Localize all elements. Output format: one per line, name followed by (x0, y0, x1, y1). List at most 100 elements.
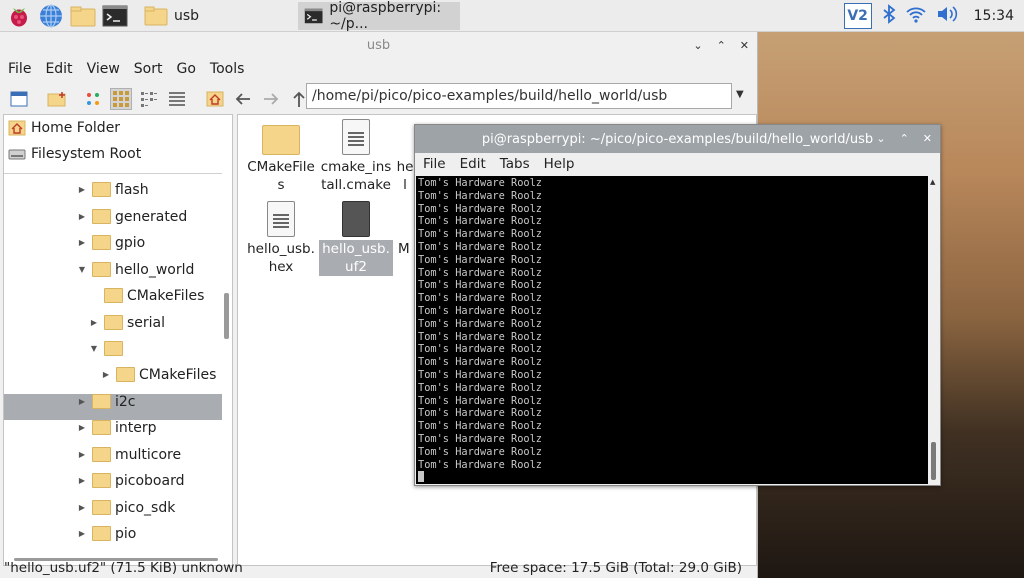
maximize-icon[interactable]: ⌃ (717, 39, 726, 52)
back-arrow-icon[interactable] (232, 88, 254, 110)
folder-icon (104, 341, 123, 356)
file-item-partial[interactable]: hel (395, 119, 415, 194)
menu-tabs[interactable]: Tabs (500, 156, 530, 172)
place-filesystem-root[interactable]: Filesystem Root (4, 141, 232, 167)
tree-node-pio[interactable]: ▶ pio (76, 521, 136, 546)
tree-node-gpio[interactable]: ▶ gpio (76, 230, 145, 255)
home-icon[interactable] (204, 88, 226, 110)
menu-go[interactable]: Go (177, 61, 196, 77)
scrollbar-thumb[interactable] (931, 442, 936, 480)
tree-node-i2c[interactable]: ▶ i2c (76, 389, 136, 414)
expand-arrow-icon[interactable]: ▶ (76, 476, 88, 485)
file-manager-icon[interactable] (70, 3, 96, 29)
tree-node-multicore[interactable]: ▶ multicore (76, 442, 181, 467)
menu-edit[interactable]: Edit (45, 61, 72, 77)
expand-arrow-icon[interactable]: ▶ (76, 450, 88, 459)
text-file-icon (342, 119, 370, 155)
folder-icon (92, 209, 111, 224)
expand-arrow-icon[interactable]: ▶ (76, 212, 88, 221)
tree-node-interp[interactable]: ▶ interp (76, 415, 157, 440)
tree-label: flash (115, 181, 149, 198)
menu-help[interactable]: Help (544, 156, 575, 172)
sidebar-vertical-scrollbar[interactable] (222, 173, 230, 553)
expand-arrow-icon[interactable]: ▶ (76, 185, 88, 194)
close-icon[interactable]: ✕ (923, 132, 932, 145)
tree-node-serial[interactable]: ▶ serial (88, 310, 165, 335)
raspberry-menu-icon[interactable] (6, 3, 32, 29)
tree-label: gpio (115, 234, 146, 251)
menu-sort[interactable]: Sort (134, 61, 163, 77)
menu-view[interactable]: View (87, 61, 120, 77)
expand-arrow-icon[interactable]: ▶ (76, 423, 88, 432)
expand-arrow-icon[interactable]: ▶ (88, 318, 100, 327)
file-item-hello-usb-hex[interactable]: hello_usb.hex (244, 201, 318, 276)
volume-icon[interactable] (936, 5, 958, 27)
file-item-partial-m[interactable]: M (398, 201, 412, 258)
file-item-cmakefiles[interactable]: CMakeFiles (244, 121, 318, 194)
terminal-line: Tom's Hardware Roolz (418, 292, 542, 305)
tree-node-usb[interactable]: ▼ usb (88, 336, 152, 361)
menubar: File Edit View Sort Go Tools (0, 58, 757, 80)
file-label: hello_usb.uf2 (319, 240, 393, 276)
collapse-arrow-icon[interactable]: ▼ (76, 265, 88, 274)
file-item-cmake-install[interactable]: cmake_install.cmake (319, 119, 393, 194)
tree-node-picoboard[interactable]: ▶ picoboard (76, 468, 185, 493)
expand-arrow-icon[interactable]: ▶ (76, 503, 88, 512)
bluetooth-icon[interactable] (882, 4, 896, 28)
new-folder-icon[interactable] (46, 88, 68, 110)
terminal-line: Tom's Hardware Roolz (418, 432, 542, 445)
expand-arrow-icon[interactable]: ▶ (76, 397, 88, 406)
terminal-line: Tom's Hardware Roolz (418, 445, 542, 458)
browser-globe-icon[interactable] (38, 3, 64, 29)
scroll-up-icon[interactable]: ▲ (930, 178, 935, 186)
menu-tools[interactable]: Tools (210, 61, 245, 77)
taskbar-task-terminal[interactable]: pi@raspberrypi: ~/p... (298, 0, 460, 32)
terminal-scrollbar[interactable]: ▲ (928, 176, 939, 484)
menu-file[interactable]: File (8, 61, 31, 77)
terminal-output[interactable]: Tom's Hardware Roolz Tom's Hardware Roolz… (416, 176, 929, 484)
collapse-arrow-icon[interactable]: ▼ (88, 344, 100, 353)
sidebar: Home Folder Filesystem Root ▶ flash ▶ gene… (3, 114, 233, 566)
expand-arrow-icon[interactable]: ▶ (76, 529, 88, 538)
icon-view-icon[interactable] (110, 88, 132, 110)
menubar: File Edit Tabs Help (415, 153, 940, 175)
menu-file[interactable]: File (423, 156, 446, 172)
close-icon[interactable]: ✕ (740, 39, 749, 52)
wifi-icon[interactable] (906, 5, 926, 27)
terminal-line: Tom's Hardware Roolz (418, 330, 542, 343)
taskbar-task-file-manager[interactable]: usb (138, 2, 205, 30)
clock[interactable]: 15:34 (974, 8, 1014, 24)
tree-node-flash[interactable]: ▶ flash (76, 177, 149, 202)
tree-node-generated[interactable]: ▶ generated (76, 204, 187, 229)
window-titlebar[interactable]: usb ⌄ ⌃ ✕ (0, 32, 757, 58)
minimize-icon[interactable]: ⌄ (693, 39, 702, 52)
tree-node-hello-world[interactable]: ▼ hello_world (76, 257, 194, 282)
path-dropdown-icon[interactable]: ▼ (736, 89, 744, 100)
tree-node-usb-cmakefiles[interactable]: ▶ CMakeFiles (100, 362, 216, 387)
expand-arrow-icon[interactable]: ▶ (100, 370, 112, 379)
tree-node-pico-sdk[interactable]: ▶ pico_sdk (76, 495, 175, 520)
menu-edit[interactable]: Edit (460, 156, 486, 172)
minimize-icon[interactable]: ⌄ (876, 132, 885, 145)
folder-icon (92, 420, 111, 435)
window-titlebar[interactable]: pi@raspberrypi: ~/pico/pico-examples/bui… (415, 125, 940, 153)
home-icon (8, 120, 26, 136)
scrollbar-thumb[interactable] (224, 293, 229, 339)
new-window-icon[interactable] (8, 88, 30, 110)
tree-label: usb (127, 340, 153, 357)
terminal-icon[interactable] (102, 3, 128, 29)
tree-node-cmakefiles[interactable]: CMakeFiles (104, 283, 204, 308)
icon-view-thumbnail-icon[interactable] (82, 88, 104, 110)
vnc-icon[interactable]: V2 (843, 3, 872, 29)
path-input[interactable]: /home/pi/pico/pico-examples/build/hello_… (306, 83, 732, 109)
folder-icon (104, 315, 123, 330)
status-free-space: Free space: 17.5 GiB (Total: 29.0 GiB) (489, 559, 742, 576)
list-view-icon[interactable] (166, 88, 188, 110)
place-home-folder[interactable]: Home Folder (4, 115, 232, 141)
compact-view-icon[interactable] (138, 88, 160, 110)
file-item-hello-usb-uf2[interactable]: hello_usb.uf2 (319, 201, 393, 276)
maximize-icon[interactable]: ⌃ (900, 132, 909, 145)
expand-arrow-icon[interactable]: ▶ (76, 238, 88, 247)
forward-arrow-icon[interactable] (260, 88, 282, 110)
terminal-line: Tom's Hardware Roolz (418, 215, 542, 228)
